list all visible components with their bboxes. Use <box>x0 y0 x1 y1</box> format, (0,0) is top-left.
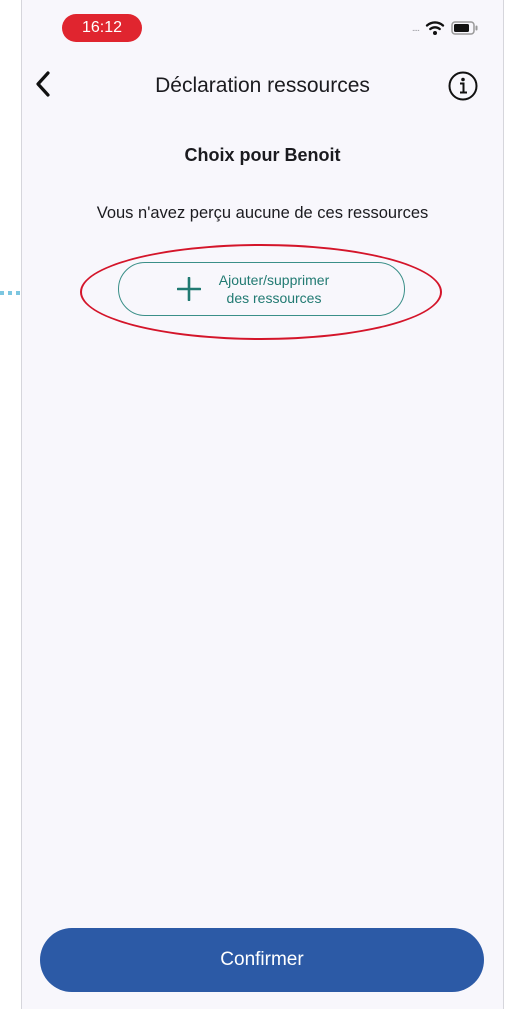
add-remove-resources-button[interactable]: Ajouter/supprimer des ressources <box>118 262 405 316</box>
battery-icon <box>451 21 478 35</box>
page-title: Déclaration ressources <box>155 74 370 97</box>
status-time: 16:12 <box>62 14 142 42</box>
nav-bar: Déclaration ressources <box>22 60 503 116</box>
empty-state-message: Vous n'avez perçu aucune de ces ressourc… <box>96 204 429 222</box>
confirm-button[interactable]: Confirmer <box>40 928 484 992</box>
phone-screen: 16:12 .... Déclaration ressources Choix … <box>21 0 504 1009</box>
add-button-label-line1: Ajouter/supprimer <box>218 272 330 288</box>
person-title: Choix pour Benoit <box>184 145 341 165</box>
add-button-label-line2: des ressources <box>226 290 322 306</box>
tutorial-screenshot: 16:12 .... Déclaration ressources Choix … <box>0 0 506 1009</box>
info-circle-icon <box>448 71 478 101</box>
signal-icon: .... <box>411 22 420 34</box>
info-button[interactable] <box>447 70 479 102</box>
wifi-icon <box>425 21 445 35</box>
plus-icon <box>177 277 201 301</box>
status-indicators: .... <box>412 18 479 38</box>
add-button-label: Ajouter/supprimer des ressources <box>209 271 339 307</box>
